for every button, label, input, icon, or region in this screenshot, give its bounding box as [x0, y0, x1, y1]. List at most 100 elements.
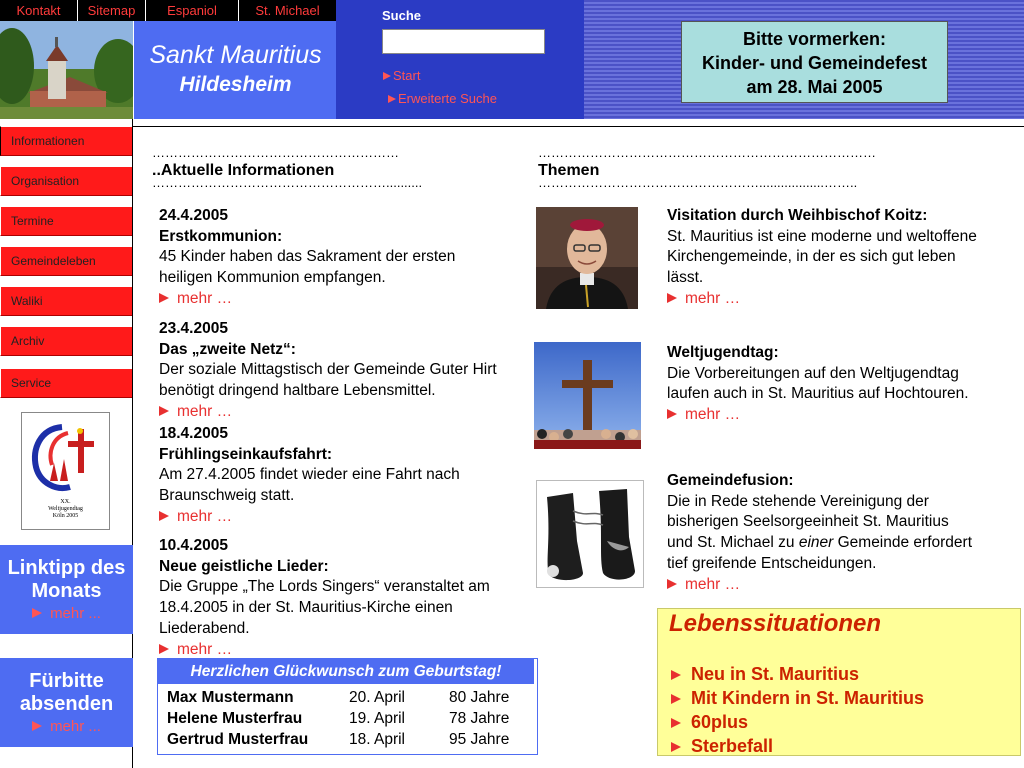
fuerbitte-box[interactable]: Fürbitte absenden mehr ...: [0, 658, 133, 747]
theme-headline: Weltjugendtag:: [667, 344, 779, 361]
theme-text: St. Mauritius ist eine moderne und welto…: [667, 227, 977, 287]
table-row: Gertrud Musterfrau 18. April 95 Jahre: [167, 729, 509, 750]
news-text: Die Gruppe „The Lords Singers“ veranstal…: [159, 578, 490, 637]
bishop-photo: [536, 207, 638, 309]
theme-item: Gemeindefusion: Die in Rede stehende Ver…: [667, 471, 977, 595]
linktipp-more-label: mehr ...: [50, 605, 101, 622]
logo-line-3: Köln 2005: [52, 513, 79, 519]
news-headline: Erstkommunion:: [159, 227, 283, 245]
link-sitemap[interactable]: Sitemap: [78, 0, 146, 21]
linktipp-more-link[interactable]: mehr ...: [0, 605, 133, 622]
news-text: Der soziale Mittagstisch der Gemeinde Gu…: [159, 361, 497, 400]
arrow-right-icon: [159, 292, 169, 303]
table-row: Helene Musterfrau 19. April 78 Jahre: [167, 709, 509, 730]
news-more-label: mehr …: [177, 507, 233, 525]
theme-text: Die Vorbereitungen auf den Weltjugendtag…: [667, 364, 969, 403]
theme-text-emphasis: einer: [798, 534, 834, 552]
nav-gemeindeleben[interactable]: Gemeindeleben: [0, 246, 133, 276]
theme-more-link[interactable]: mehr …: [667, 289, 977, 310]
notice-line-3: am 28. Mai 2005: [746, 77, 883, 97]
nav-archiv[interactable]: Archiv: [0, 326, 133, 356]
nav-service[interactable]: Service: [0, 368, 133, 398]
arrow-right-icon: [159, 510, 169, 521]
site-subtitle: Hildesheim: [179, 73, 292, 96]
arrow-right-icon: [32, 721, 43, 731]
link-st-michael[interactable]: St. Michael: [239, 0, 336, 21]
fuerbitte-more-link[interactable]: mehr ...: [0, 718, 133, 735]
linktipp-title: Linktipp des Monats: [7, 557, 126, 602]
birthday-age: 95 Jahre: [449, 730, 510, 748]
advanced-search-label: Erweiterte Suche: [398, 91, 497, 106]
list-item-label: Neu in St. Mauritius: [691, 664, 860, 684]
news-section-title: Aktuelle Informationen: [160, 162, 335, 179]
news-more-link[interactable]: mehr …: [159, 402, 509, 423]
birthday-table: Max Mustermann 20. April 80 Jahre Helene…: [167, 688, 509, 750]
theme-more-link[interactable]: mehr …: [667, 575, 977, 596]
list-item[interactable]: Mit Kindern in St. Mauritius: [671, 686, 1020, 710]
top-links-bar: Kontakt Sitemap Espaniol St. Michael: [0, 0, 336, 21]
birthday-date: 18. April: [349, 730, 406, 748]
news-date: 10.4.2005: [159, 537, 228, 554]
news-date: 23.4.2005: [159, 320, 228, 337]
list-item[interactable]: 60plus: [671, 710, 1020, 734]
search-label: Suche: [382, 8, 422, 23]
news-more-link[interactable]: mehr …: [159, 507, 509, 528]
news-more-label: mehr …: [177, 402, 233, 420]
list-item[interactable]: Sterbefall: [671, 734, 1020, 758]
arrow-right-icon: [671, 670, 681, 680]
theme-more-label: mehr …: [685, 289, 741, 307]
list-item[interactable]: Neu in St. Mauritius: [671, 662, 1020, 686]
link-espaniol[interactable]: Espaniol: [146, 0, 239, 21]
birthday-age: 78 Jahre: [449, 710, 510, 728]
main-top-divider: [133, 126, 1024, 127]
logo-caption: XX. Weltjugendtag Köln 2005: [22, 499, 109, 520]
search-panel: Suche Start Erweiterte Suche: [336, 0, 584, 119]
news-text: Am 27.4.2005 findet wieder eine Fahrt na…: [159, 466, 460, 505]
fuerbitte-more-label: mehr ...: [50, 718, 101, 735]
birthday-title: Herzlichen Glückwunsch zum Geburtstag!: [158, 659, 537, 684]
news-more-link[interactable]: mehr …: [159, 289, 509, 310]
table-row: Max Mustermann 20. April 80 Jahre: [167, 688, 509, 709]
arrow-right-icon: [671, 694, 681, 704]
shoes-photo: [536, 480, 644, 588]
birthday-name: Gertrud Musterfrau: [167, 730, 309, 748]
news-item: 23.4.2005 Das „zweite Netz“: Der soziale…: [159, 319, 509, 423]
birthday-age: 80 Jahre: [449, 689, 510, 707]
news-date: 24.4.2005: [159, 207, 228, 224]
linktipp-box[interactable]: Linktipp des Monats mehr ...: [0, 545, 133, 634]
birthday-date: 19. April: [349, 710, 406, 728]
search-start-link[interactable]: Start: [383, 68, 420, 83]
notice-line-2: Kinder- und Gemeindefest: [701, 53, 928, 73]
news-headline: Frühlingseinkaufsfahrt:: [159, 445, 333, 463]
nav-organisation[interactable]: Organisation: [0, 166, 133, 196]
logo-line-2: Weltjugendtag: [48, 506, 83, 512]
cross-photo: [534, 342, 641, 449]
logo-line-1: XX.: [60, 499, 71, 505]
news-date: 18.4.2005: [159, 425, 228, 442]
link-kontakt[interactable]: Kontakt: [0, 0, 78, 21]
fuerbitte-title: Fürbitte absenden: [19, 670, 114, 715]
arrow-right-icon: [383, 72, 391, 80]
lebenssituationen-title: Lebenssituationen: [669, 610, 882, 637]
weltjugendtag-logo[interactable]: XX. Weltjugendtag Köln 2005: [21, 412, 110, 530]
nav-waliki[interactable]: Waliki: [0, 286, 133, 316]
arrow-right-icon: [671, 718, 681, 728]
birthday-box: Herzlichen Glückwunsch zum Geburtstag! M…: [157, 658, 538, 755]
birthday-name: Max Mustermann: [167, 689, 294, 707]
search-input[interactable]: [382, 29, 545, 54]
theme-item: Visitation durch Weihbischof Koitz: St. …: [667, 206, 977, 310]
advanced-search-link[interactable]: Erweiterte Suche: [388, 91, 497, 106]
news-dots-under: ………………………………………………..........: [152, 178, 423, 188]
theme-more-link[interactable]: mehr …: [667, 405, 977, 426]
theme-item: Weltjugendtag: Die Vorbereitungen auf de…: [667, 343, 977, 426]
list-item-label: Sterbefall: [691, 736, 774, 756]
theme-headline: Gemeindefusion:: [667, 472, 794, 489]
nav-informationen[interactable]: Informationen: [0, 126, 133, 156]
news-more-label: mehr …: [177, 640, 233, 658]
arrow-right-icon: [671, 742, 681, 752]
nav-termine[interactable]: Termine: [0, 206, 133, 236]
arrow-right-icon: [32, 608, 43, 618]
news-more-label: mehr …: [177, 289, 233, 307]
news-item: 24.4.2005 Erstkommunion: 45 Kinder haben…: [159, 206, 509, 310]
theme-more-label: mehr …: [685, 406, 741, 424]
